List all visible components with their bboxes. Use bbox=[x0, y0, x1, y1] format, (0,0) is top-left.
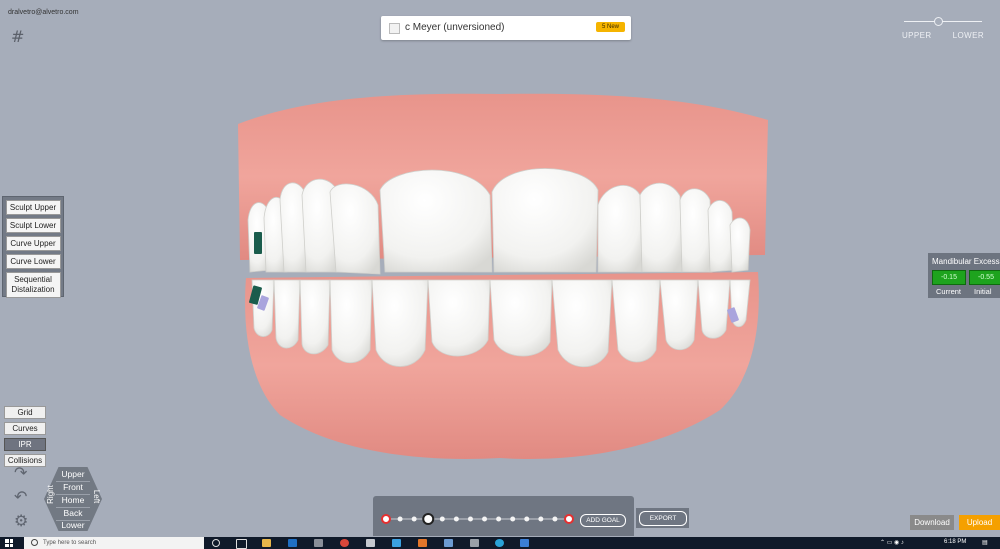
search-icon bbox=[31, 539, 38, 546]
view-back-button[interactable]: Back bbox=[58, 508, 88, 518]
stage-marker[interactable] bbox=[439, 516, 445, 522]
measurement-title: Mandibular Excess bbox=[932, 257, 1000, 266]
os-taskbar: Type here to search ⌃ ▭ ◉ ♪ 6:18 PM ▤ bbox=[0, 537, 1000, 549]
stage-marker[interactable] bbox=[524, 516, 530, 522]
undo-icon[interactable]: ↶ bbox=[14, 487, 27, 506]
current-stage-marker[interactable] bbox=[422, 513, 435, 525]
view-lower-button[interactable]: Lower bbox=[58, 520, 88, 530]
download-button[interactable]: Download bbox=[910, 515, 954, 530]
curves-toggle[interactable]: Curves bbox=[4, 422, 46, 435]
stage-marker[interactable] bbox=[453, 516, 459, 522]
search-placeholder: Type here to search bbox=[43, 540, 97, 546]
redo-icon[interactable]: ↷ bbox=[14, 463, 27, 482]
app-icon[interactable] bbox=[418, 539, 427, 547]
add-goal-button[interactable]: ADD GOAL bbox=[580, 514, 626, 527]
stage-start-marker[interactable] bbox=[381, 514, 391, 524]
chrome-icon[interactable] bbox=[340, 539, 349, 547]
gingiva-model bbox=[238, 93, 768, 459]
app-icon[interactable] bbox=[314, 539, 323, 547]
file-explorer-icon[interactable] bbox=[262, 539, 271, 547]
app-icon[interactable] bbox=[444, 539, 453, 547]
app-icon[interactable] bbox=[392, 539, 401, 547]
cortana-icon[interactable] bbox=[212, 539, 220, 547]
view-left-button[interactable]: Left bbox=[92, 490, 101, 503]
notifications-icon[interactable]: ▤ bbox=[982, 539, 988, 546]
stage-marker[interactable] bbox=[467, 516, 473, 522]
app-icon[interactable] bbox=[520, 539, 529, 547]
camera-app-icon[interactable] bbox=[470, 539, 479, 547]
stage-slider[interactable] bbox=[373, 496, 578, 536]
view-upper-button[interactable]: Upper bbox=[58, 469, 88, 479]
grid-toggle[interactable]: Grid bbox=[4, 406, 46, 419]
sequential-distalization-button[interactable]: Sequential Distalization bbox=[5, 272, 61, 298]
view-front-button[interactable]: Front bbox=[58, 482, 88, 492]
stage-marker[interactable] bbox=[552, 516, 558, 522]
curve-upper-button[interactable]: Curve Upper bbox=[5, 236, 61, 251]
sculpt-lower-button[interactable]: Sculpt Lower bbox=[5, 218, 61, 233]
task-view-icon[interactable] bbox=[236, 539, 247, 549]
export-button[interactable]: EXPORT bbox=[639, 511, 687, 526]
sculpt-upper-button[interactable]: Sculpt Upper bbox=[5, 200, 61, 215]
app-icon[interactable] bbox=[366, 539, 375, 547]
edge-icon[interactable] bbox=[495, 539, 504, 547]
initial-value: -0.55 bbox=[969, 270, 1000, 285]
settings-gear-icon[interactable]: ⚙ bbox=[14, 511, 28, 530]
camera-view-pad: Upper Front Home Back Lower Right Left bbox=[44, 467, 102, 531]
stage-marker[interactable] bbox=[482, 516, 488, 522]
taskbar-search[interactable]: Type here to search bbox=[24, 537, 204, 549]
view-home-button[interactable]: Home bbox=[58, 495, 88, 505]
dental-model-viewport[interactable] bbox=[0, 0, 1000, 537]
current-value: -0.15 bbox=[932, 270, 966, 285]
ipr-toggle[interactable]: IPR bbox=[4, 438, 46, 451]
stage-end-marker[interactable] bbox=[564, 514, 574, 524]
stage-marker[interactable] bbox=[510, 516, 516, 522]
stage-marker[interactable] bbox=[411, 516, 417, 522]
windows-start-icon[interactable] bbox=[5, 539, 13, 547]
stage-timeline: ADD GOAL bbox=[373, 496, 634, 536]
stage-marker[interactable] bbox=[496, 516, 502, 522]
system-tray[interactable]: ⌃ ▭ ◉ ♪ bbox=[880, 539, 904, 546]
stage-marker[interactable] bbox=[397, 516, 403, 522]
upload-button[interactable]: Upload bbox=[959, 515, 1000, 530]
clock[interactable]: 6:18 PM bbox=[944, 539, 966, 545]
sculpt-tools-panel: Sculpt Upper Sculpt Lower Curve Upper Cu… bbox=[2, 196, 64, 298]
outlook-icon[interactable] bbox=[288, 539, 297, 547]
curve-lower-button[interactable]: Curve Lower bbox=[5, 254, 61, 269]
mandibular-excess-panel: Mandibular Excess -0.15 -0.55 Current In… bbox=[928, 253, 1000, 298]
current-label: Current bbox=[936, 287, 962, 296]
view-right-button[interactable]: Right bbox=[46, 485, 55, 504]
view-toggles: Grid Curves IPR Collisions bbox=[4, 406, 46, 470]
initial-label: Initial bbox=[974, 287, 992, 296]
stage-marker[interactable] bbox=[538, 516, 544, 522]
